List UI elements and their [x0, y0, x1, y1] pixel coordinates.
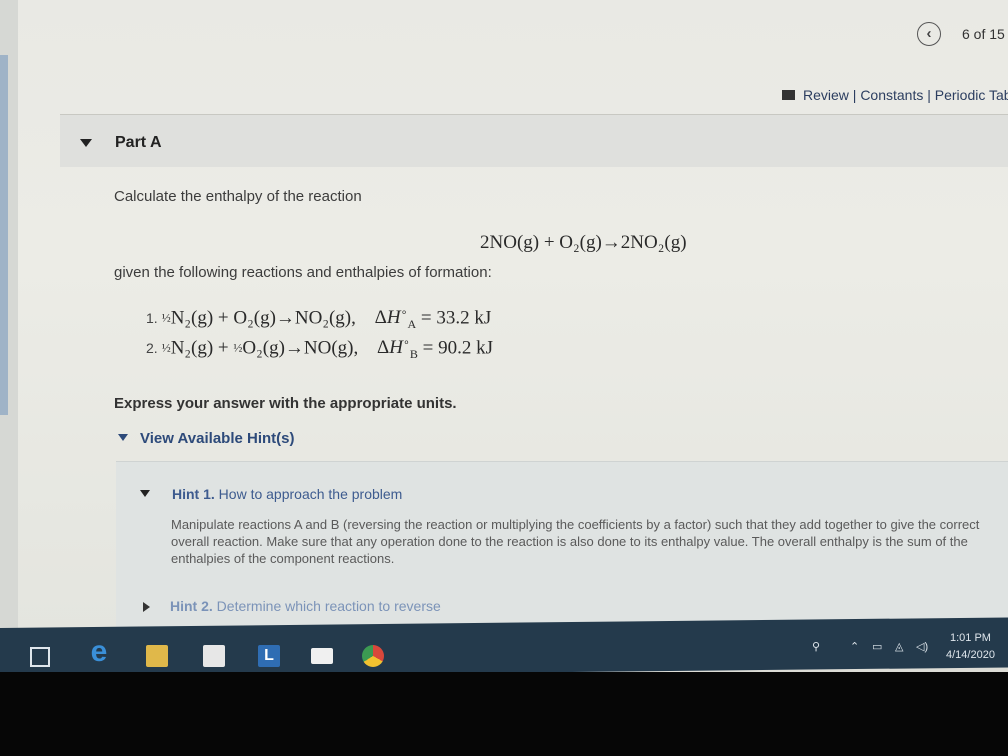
hint-1-caret-icon[interactable] — [140, 490, 150, 497]
battery-icon[interactable]: ▭ — [872, 640, 882, 653]
taskbar-clock[interactable]: 1:01 PM 4/14/2020 — [946, 630, 995, 664]
book-icon — [782, 90, 795, 100]
resource-links-label: Review | Constants | Periodic Table — [803, 87, 1008, 103]
reaction-2-equation-a: N₂(g) + — [170, 337, 234, 359]
task-view-icon[interactable] — [30, 647, 50, 667]
mail-icon[interactable] — [311, 648, 333, 664]
hint-1-body: Manipulate reactions A and B (reversing … — [171, 517, 980, 566]
hint-1-header[interactable]: Hint 1. How to approach the problem — [172, 486, 402, 502]
main-reaction: 2NO(g) + O₂(g)→2NO₂(g) — [480, 232, 687, 253]
reaction-2: 2. ½N₂(g) + ½O₂(g)→NO(g), ΔH∘B = 90.2 kJ — [146, 337, 493, 362]
l-app-icon[interactable]: L — [258, 645, 280, 667]
browser-viewport: ‹ 6 of 15 Review | Constants | Periodic … — [0, 0, 1008, 635]
wifi-icon[interactable]: ◬ — [895, 640, 903, 653]
hint-2-caret-icon[interactable] — [143, 602, 150, 612]
part-title: Part A — [115, 134, 162, 151]
hint-1-title: How to approach the problem — [218, 486, 403, 502]
reaction-2-enthalpy: = 90.2 kJ — [422, 337, 493, 359]
reaction-2-equation-b: O₂(g)→NO(g), — [242, 337, 359, 359]
monitor-bezel — [0, 672, 1008, 756]
reaction-1-enthalpy: = 33.2 kJ — [420, 307, 492, 329]
previous-item-button[interactable]: ‹ — [917, 22, 941, 46]
people-icon[interactable]: ⚲ — [812, 640, 820, 653]
clock-date: 4/14/2020 — [946, 649, 995, 661]
hint-2-header[interactable]: Hint 2. Determine which reaction to reve… — [170, 598, 441, 614]
reaction-2-letter: B — [409, 347, 418, 362]
part-header-bar[interactable] — [60, 114, 1008, 167]
chrome-icon[interactable] — [362, 645, 384, 667]
clock-time: 1:01 PM — [949, 632, 991, 644]
page-counter: 6 of 15 — [962, 26, 1005, 42]
store-icon[interactable] — [203, 645, 225, 667]
answer-instructions: Express your answer with the appropriate… — [114, 395, 457, 412]
hint-2-label: Hint 2. — [170, 598, 213, 614]
view-hints-toggle[interactable]: View Available Hint(s) — [140, 430, 295, 447]
reaction-1-equation: N₂(g) + O₂(g)→NO₂(g), — [170, 307, 356, 329]
tray-overflow-icon[interactable]: ⌃ — [850, 640, 859, 653]
reaction-1: 1. ½N₂(g) + O₂(g)→NO₂(g), ΔH∘A = 33.2 kJ — [146, 307, 492, 332]
left-accent-bar — [0, 55, 8, 415]
given-text: given the following reactions and enthal… — [114, 264, 492, 281]
hint-1-label: Hint 1. — [172, 486, 215, 502]
collapse-caret-icon[interactable] — [80, 139, 92, 147]
file-explorer-icon[interactable] — [146, 645, 168, 667]
reaction-1-number: 1. — [146, 310, 158, 327]
question-intro: Calculate the enthalpy of the reaction — [114, 188, 362, 205]
hint-2-title: Determine which reaction to reverse — [216, 598, 441, 614]
edge-icon[interactable]: e — [86, 637, 112, 667]
hints-caret-icon[interactable] — [118, 434, 128, 441]
reaction-2-number: 2. — [146, 340, 158, 357]
volume-icon[interactable]: ◁) — [916, 640, 928, 653]
reaction-1-letter: A — [407, 317, 417, 332]
resource-links[interactable]: Review | Constants | Periodic Table — [782, 87, 1008, 103]
